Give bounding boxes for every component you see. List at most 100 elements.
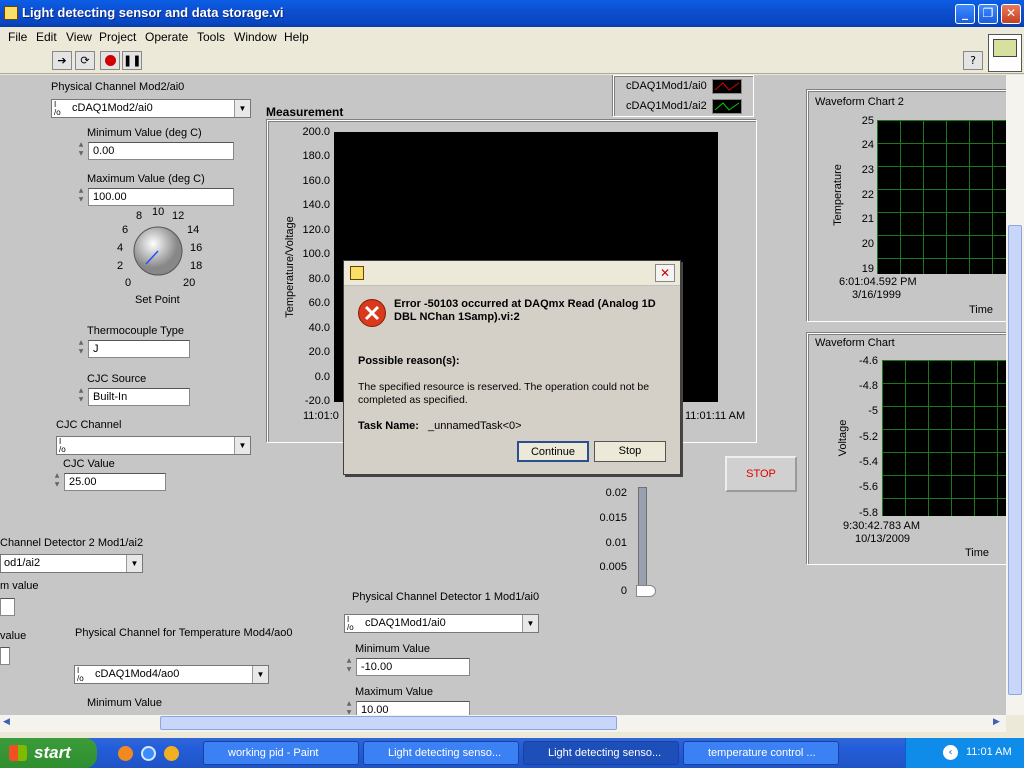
spinner-icon[interactable]: ▲ ▼ (345, 699, 353, 715)
spinner-icon[interactable]: ▲ ▼ (77, 386, 85, 406)
cut-value-label: m value (0, 580, 39, 592)
run-arrow-icon[interactable]: ➔ (52, 51, 72, 70)
dialog-close-button[interactable]: ✕ (655, 264, 675, 282)
menu-window[interactable]: Window (234, 30, 277, 44)
start-button[interactable]: start (0, 738, 97, 768)
window-title-bar[interactable]: Light detecting sensor and data storage.… (0, 0, 1024, 27)
horizontal-scrollbar[interactable]: ◀ ▶ (0, 715, 1006, 732)
help-icon[interactable]: ? (963, 51, 983, 70)
pause-icon[interactable]: ❚❚ (122, 51, 142, 70)
cjc-value-field[interactable]: 25.00 (64, 473, 166, 491)
y-tick: 40.0 (308, 322, 330, 334)
spinner-icon[interactable]: ▲ ▼ (345, 656, 353, 676)
task-lv-2[interactable]: Light detecting senso... (523, 741, 679, 765)
y-tick: 100.0 (302, 248, 330, 260)
labview-icon (4, 6, 18, 20)
wf2-plot-area[interactable] (877, 120, 1006, 274)
knob-tick: 10 (152, 206, 165, 218)
det1-min-field[interactable]: -10.00 (356, 658, 470, 676)
menu-help[interactable]: Help (284, 30, 309, 44)
min-deg-field[interactable]: 0.00 (88, 142, 234, 160)
chevron-down-icon[interactable]: ▼ (234, 437, 250, 454)
vertical-scrollbar[interactable] (1006, 75, 1024, 715)
dialog-title-bar[interactable]: ✕ (344, 261, 680, 286)
cjc-channel-select[interactable]: I/o ▼ (56, 436, 251, 455)
ie-icon[interactable] (141, 746, 156, 761)
vertical-scroll-thumb[interactable] (1008, 225, 1022, 695)
system-tray: ‹ 11:01 AM (905, 738, 1024, 768)
det2-label: Channel Detector 2 Mod1/ai2 (0, 537, 144, 549)
knob-tick: 2 (117, 260, 124, 272)
spinner-icon[interactable]: ▲ ▼ (77, 186, 85, 206)
menu-view[interactable]: View (66, 30, 92, 44)
legend-item-ai0: cDAQ1Mod1/ai0 (626, 80, 707, 92)
continue-button[interactable]: Continue (517, 441, 589, 462)
y-tick: -5.4 (859, 456, 878, 468)
legend-swatch-green (712, 99, 742, 114)
x-tick-start: 11:01:0 (303, 410, 339, 422)
waveform-chart-2: Waveform Chart 2 Temperature 25 24 23 22… (807, 90, 1006, 322)
tc-type-field[interactable]: J (88, 340, 190, 358)
windows-logo-icon (9, 745, 27, 761)
knob-tick: 8 (136, 210, 143, 222)
menu-edit[interactable]: Edit (36, 30, 57, 44)
setpoint-label: Set Point (135, 294, 180, 306)
tray-expand-icon[interactable]: ‹ (943, 745, 958, 760)
chevron-down-icon[interactable]: ▼ (126, 555, 142, 572)
cjc-source-label: CJC Source (87, 373, 147, 385)
firefox-icon[interactable] (118, 746, 133, 761)
slider-tick: 0.02 (605, 487, 627, 499)
spinner-icon[interactable]: ▲ ▼ (77, 140, 85, 160)
task-temp-control[interactable]: temperature control ... (683, 741, 839, 765)
task-name-label: Task Name: (358, 420, 419, 432)
task-paint[interactable]: working pid - Paint (203, 741, 359, 765)
knob-tick: 4 (117, 242, 124, 254)
abort-icon[interactable] (100, 51, 120, 70)
slider-handle[interactable] (636, 585, 656, 597)
y-tick: 140.0 (302, 199, 330, 211)
wf1-plot-area[interactable] (882, 360, 1006, 516)
slider-track[interactable] (638, 487, 647, 593)
slider-tick: 0.005 (599, 561, 627, 573)
horizontal-scroll-thumb[interactable] (160, 716, 617, 730)
det2-select[interactable]: od1/ai2 ▼ (0, 554, 143, 573)
scroll-right-icon[interactable]: ▶ (993, 717, 1000, 727)
menu-file[interactable]: File (8, 30, 27, 44)
cut-value-field-2[interactable] (0, 647, 10, 665)
cjc-source-field[interactable]: Built-In (88, 388, 190, 406)
knob-tick: 14 (187, 224, 200, 236)
spinner-icon[interactable]: ▲ ▼ (77, 338, 85, 358)
temp-ch-select[interactable]: I/o cDAQ1Mod4/ao0 ▼ (74, 665, 269, 684)
det1-max-field[interactable]: 10.00 (356, 701, 470, 715)
run-continuously-icon[interactable]: ⟳ (75, 51, 95, 70)
chevron-down-icon[interactable]: ▼ (522, 615, 538, 632)
labview-icon (350, 266, 364, 280)
scroll-left-icon[interactable]: ◀ (3, 717, 10, 727)
tc-type-label: Thermocouple Type (87, 325, 185, 337)
y-tick: 24 (861, 139, 874, 151)
close-button[interactable]: ✕ (1001, 4, 1021, 24)
stop-dialog-button[interactable]: Stop (594, 441, 666, 462)
phys-ch-mod2-select[interactable]: I/o cDAQ1Mod2/ai0 ▼ (51, 99, 251, 118)
knob-tick: 0 (125, 277, 132, 289)
menu-operate[interactable]: Operate (145, 30, 188, 44)
reasons-label: Possible reason(s): (358, 355, 460, 367)
y-tick: 22 (861, 189, 874, 201)
chevron-down-icon[interactable]: ▼ (252, 666, 268, 683)
y-tick: -20.0 (304, 395, 330, 407)
spinner-icon[interactable]: ▲ ▼ (53, 471, 61, 491)
min-value-label: Minimum Value (87, 697, 162, 709)
task-lv-1[interactable]: Light detecting senso... (363, 741, 519, 765)
knob-tick: 18 (190, 260, 203, 272)
menu-tools[interactable]: Tools (197, 30, 225, 44)
stop-button[interactable]: STOP (725, 456, 797, 492)
media-player-icon[interactable] (164, 746, 179, 761)
chevron-down-icon[interactable]: ▼ (234, 100, 250, 117)
clock: 11:01 AM (966, 746, 1012, 758)
menu-project[interactable]: Project (99, 30, 136, 44)
restore-button[interactable]: ❐ (978, 4, 998, 24)
cut-value-field[interactable] (0, 598, 15, 616)
minimize-button[interactable]: _ (955, 4, 975, 24)
det1-select[interactable]: I/o cDAQ1Mod1/ai0 ▼ (344, 614, 539, 633)
det2-value: od1/ai2 (4, 557, 41, 569)
